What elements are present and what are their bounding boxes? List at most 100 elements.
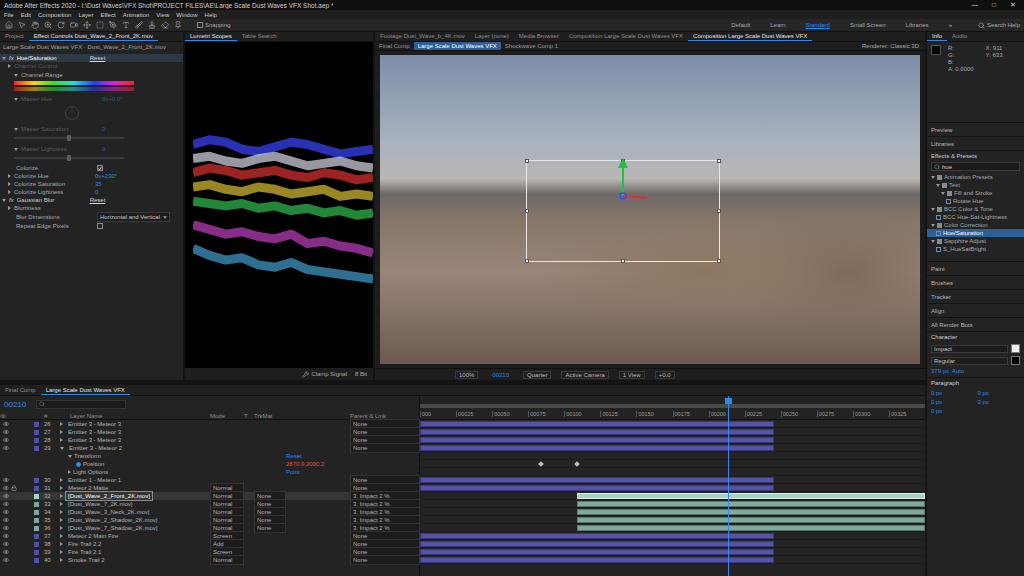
panel-tab[interactable]: Info	[927, 32, 947, 41]
viewer-option[interactable]: Quarter	[523, 371, 551, 379]
label-color[interactable]	[34, 518, 39, 523]
effects-tree-item[interactable]: Hue/Saturation	[927, 229, 1024, 237]
snapping-toggle[interactable]: Snapping	[197, 22, 230, 28]
eye-icon[interactable]	[3, 493, 9, 499]
twirl-icon[interactable]	[60, 518, 63, 522]
type-tool-icon[interactable]	[122, 21, 130, 29]
twirl-icon[interactable]	[60, 494, 63, 498]
rotate-tool-icon[interactable]	[57, 21, 65, 29]
twirl-icon[interactable]	[60, 526, 63, 530]
wrench-icon[interactable]	[302, 371, 309, 378]
twirl-icon[interactable]	[931, 240, 935, 243]
label-color[interactable]	[34, 486, 39, 491]
paragraph-value[interactable]: 0 px	[931, 390, 974, 396]
hue-dial-icon[interactable]	[64, 105, 80, 121]
clone-stamp-icon[interactable]	[148, 21, 156, 29]
menu-item[interactable]: File	[4, 12, 14, 18]
effects-tree-item[interactable]: S_HueSatBright	[927, 245, 1024, 253]
reset-button[interactable]: Reset	[90, 196, 106, 204]
layer-duration-bar[interactable]	[420, 541, 774, 547]
twirl-icon[interactable]	[60, 534, 63, 538]
effects-tree-item[interactable]: Sapphire Adjust	[927, 237, 1024, 245]
layer-duration-bar[interactable]	[577, 517, 925, 523]
workspace-tab[interactable]: Learn	[762, 22, 793, 28]
menu-item[interactable]: View	[156, 12, 169, 18]
layer-duration-bar[interactable]	[420, 421, 774, 427]
puppet-pin-icon[interactable]	[174, 21, 182, 29]
tool-button[interactable]	[147, 20, 157, 30]
paragraph-value[interactable]: 0 px	[931, 408, 974, 414]
twirl-icon[interactable]	[60, 422, 63, 426]
label-color[interactable]	[34, 542, 39, 547]
pen-tool-icon[interactable]	[109, 21, 117, 29]
leading-value[interactable]: Auto	[952, 368, 964, 374]
parent-dropdown[interactable]: None	[350, 443, 420, 453]
transform-handle[interactable]	[717, 209, 721, 213]
twirl-icon[interactable]	[8, 174, 11, 178]
collapsed-panel[interactable]: Libraries	[927, 136, 1024, 150]
twirl-icon[interactable]	[68, 455, 72, 458]
layer-duration-bar[interactable]	[577, 501, 925, 507]
tool-button[interactable]	[43, 20, 53, 30]
viewer-option[interactable]: 00210	[488, 371, 513, 379]
layer-row[interactable]: 40Smoke Trail 2NormalNone	[0, 556, 419, 564]
panel-tab[interactable]: Project	[0, 32, 29, 41]
menu-item[interactable]: Effect	[100, 12, 115, 18]
twirl-icon[interactable]	[8, 182, 11, 186]
twirl-icon[interactable]	[60, 558, 63, 562]
playhead[interactable]	[728, 396, 729, 576]
twirl-icon[interactable]	[68, 470, 71, 474]
twirl-icon[interactable]	[60, 542, 63, 546]
twirl-icon[interactable]	[14, 128, 18, 131]
tool-button[interactable]	[95, 20, 105, 30]
tool-button[interactable]	[30, 20, 40, 30]
renderer-label[interactable]: Renderer: Classic 3D	[856, 42, 925, 50]
tool-button[interactable]	[17, 20, 27, 30]
layer-duration-bar[interactable]	[420, 533, 774, 539]
time-ruler[interactable]: 0000002500050000750010000125001500017500…	[420, 396, 925, 420]
eye-icon[interactable]	[3, 549, 9, 555]
twirl-icon[interactable]	[60, 486, 63, 490]
twirl-icon[interactable]	[14, 74, 18, 77]
eye-icon[interactable]	[3, 517, 9, 523]
menu-item[interactable]: Edit	[21, 12, 31, 18]
label-color[interactable]	[34, 526, 39, 531]
layer-name[interactable]: Fire Trail 2.1	[65, 547, 104, 557]
property-value[interactable]: 35	[95, 180, 102, 188]
eye-icon[interactable]	[3, 429, 9, 435]
layer-name[interactable]: [Dust_Wave_3_Neck_2K.mov]	[65, 507, 152, 517]
label-color[interactable]	[34, 558, 39, 563]
transform-handle[interactable]	[717, 159, 721, 163]
window-control-button[interactable]: □	[992, 1, 996, 9]
breadcrumb[interactable]: Final Comp	[375, 42, 414, 50]
reset-button[interactable]: Reset	[90, 54, 106, 62]
eye-icon[interactable]	[3, 485, 9, 491]
twirl-icon[interactable]	[931, 208, 935, 211]
menu-item[interactable]: Composition	[38, 12, 71, 18]
viewer-option[interactable]: Active Camera	[561, 371, 608, 379]
pan-behind-tool-icon[interactable]	[83, 21, 91, 29]
layer-duration-bar[interactable]	[577, 509, 925, 515]
selection-tool-icon[interactable]	[18, 21, 26, 29]
effects-tree-item[interactable]: Color Correction	[927, 221, 1024, 229]
blend-mode-dropdown[interactable]: Normal	[210, 555, 244, 565]
transform-handle[interactable]	[621, 259, 625, 263]
label-color[interactable]	[34, 550, 39, 555]
property-slider[interactable]	[14, 137, 124, 139]
property-value[interactable]: Reset	[286, 452, 302, 460]
work-area-bar[interactable]	[420, 404, 925, 408]
label-color[interactable]	[34, 446, 39, 451]
workspace-tab[interactable]: Default	[723, 22, 758, 28]
effects-tree-item[interactable]: Text	[927, 181, 1024, 189]
eye-icon[interactable]	[3, 445, 9, 451]
twirl-icon[interactable]	[8, 206, 11, 210]
tool-button[interactable]	[160, 20, 170, 30]
more-workspaces-button[interactable]: »	[941, 22, 960, 28]
effect-header[interactable]: fxGaussian BlurReset	[0, 196, 183, 204]
twirl-icon[interactable]	[60, 447, 64, 450]
search-help[interactable]: Search Help	[978, 22, 1020, 29]
twirl-icon[interactable]	[8, 190, 11, 194]
eye-icon[interactable]	[3, 509, 9, 515]
tool-button[interactable]	[56, 20, 66, 30]
layer-duration-bar[interactable]	[420, 429, 774, 435]
